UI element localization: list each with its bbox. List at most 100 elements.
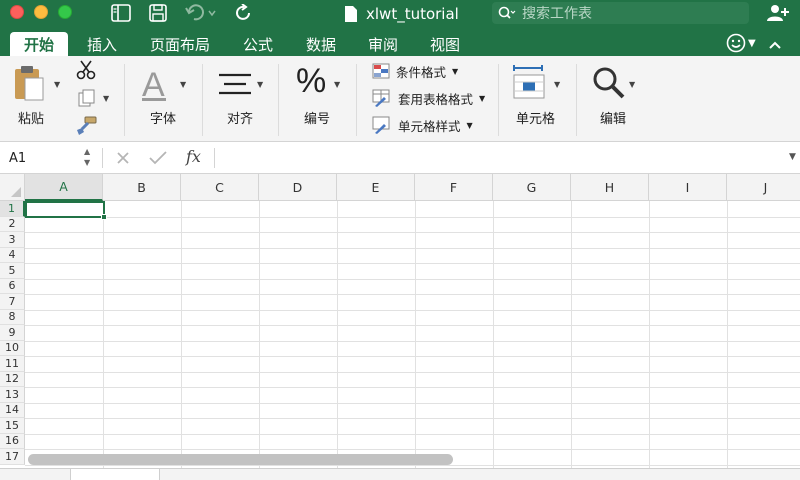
search-sheet-box[interactable]: 搜索工作表 — [492, 2, 749, 24]
tab-data[interactable]: 数据 — [296, 32, 346, 56]
row-header-12[interactable]: 12 — [0, 371, 25, 387]
row-header-14[interactable]: 14 — [0, 402, 25, 418]
cell-style-label: 单元格样式 — [398, 118, 461, 134]
column-header-f[interactable]: F — [415, 174, 493, 201]
select-all-button[interactable] — [0, 174, 25, 201]
row-gridline — [25, 278, 800, 280]
tab-home[interactable]: 开始 — [10, 32, 68, 56]
sheet-nav-arrows[interactable] — [20, 469, 60, 480]
column-header-h[interactable]: H — [571, 174, 649, 201]
percent-icon[interactable]: % — [296, 62, 326, 101]
insert-function-button[interactable]: fx — [186, 147, 201, 166]
add-sheet-button[interactable] — [255, 469, 275, 480]
row-gridline — [25, 263, 800, 264]
feedback-smiley-icon[interactable]: ▼ — [726, 33, 756, 53]
row-header-11[interactable]: 11 — [0, 356, 25, 372]
column-header-i[interactable]: I — [649, 174, 727, 201]
table-format-button[interactable]: 套用表格格式 ▼ — [372, 88, 485, 108]
cancel-edit-icon[interactable] — [116, 148, 130, 168]
row-header-5[interactable]: 5 — [0, 263, 25, 279]
row-gridline — [25, 216, 800, 218]
title-bar: xlwt_tutorial 搜索工作表 — [0, 0, 800, 28]
column-header-g[interactable]: G — [493, 174, 571, 201]
tab-formulas[interactable]: 公式 — [232, 32, 284, 56]
format-painter-icon[interactable] — [76, 116, 98, 140]
close-window-button[interactable] — [10, 5, 24, 19]
row-gridline — [25, 418, 800, 419]
column-header-a[interactable]: A — [25, 174, 103, 201]
document-icon — [345, 6, 357, 22]
edit-label: 编辑 — [600, 112, 627, 127]
row-header-3[interactable]: 3 — [0, 232, 25, 248]
expand-formula-bar-icon[interactable]: ▼ — [789, 152, 796, 162]
tab-review[interactable]: 审阅 — [358, 32, 408, 56]
paste-label: 粘贴 — [18, 112, 45, 127]
cell-style-button[interactable]: 单元格样式 ▼ — [372, 115, 473, 135]
row-gridline — [25, 325, 800, 326]
sheet-tab[interactable] — [172, 469, 242, 480]
table-format-label: 套用表格格式 — [398, 91, 474, 107]
sidebar-toggle-icon[interactable] — [110, 3, 132, 23]
row-header-2[interactable]: 2 — [0, 216, 25, 232]
confirm-edit-icon[interactable] — [149, 148, 167, 168]
paste-icon[interactable] — [12, 64, 46, 106]
active-cell-a1[interactable] — [25, 201, 105, 218]
fill-handle[interactable] — [101, 214, 107, 220]
search-icon — [498, 6, 516, 19]
align-icon[interactable] — [218, 72, 252, 100]
sheet-tab-active[interactable] — [70, 469, 160, 480]
row-gridline — [25, 387, 800, 388]
cut-icon[interactable] — [76, 60, 96, 84]
column-header-d[interactable]: D — [259, 174, 337, 201]
worksheet-grid[interactable]: A B C D E F G H I J 1 2 3 4 5 6 7 8 9 10 11 12 13 14 15 16 17 — [0, 174, 800, 468]
tab-insert[interactable]: 插入 — [78, 32, 126, 56]
row-gridline — [25, 356, 800, 357]
zoom-window-button[interactable] — [58, 5, 72, 19]
column-header-e[interactable]: E — [337, 174, 415, 201]
column-header-b[interactable]: B — [103, 174, 181, 201]
row-header-10[interactable]: 10 — [0, 340, 25, 356]
column-gridline — [649, 201, 650, 468]
conditional-format-button[interactable]: 条件格式 ▼ — [372, 61, 458, 81]
save-icon[interactable] — [147, 3, 169, 23]
row-header-1[interactable]: 1 — [0, 201, 25, 217]
row-header-7[interactable]: 7 — [0, 294, 25, 310]
ribbon-tabs: 开始 插入 页面布局 公式 数据 审阅 视图 ▼ — [0, 28, 800, 56]
cells-label: 单元格 — [516, 112, 556, 127]
collapse-ribbon-icon[interactable] — [768, 35, 782, 54]
column-gridline — [415, 201, 416, 468]
column-gridline — [493, 201, 494, 468]
column-header-j[interactable]: J — [727, 174, 800, 201]
minimize-window-button[interactable] — [34, 5, 48, 19]
undo-icon[interactable] — [184, 3, 218, 23]
add-user-icon[interactable] — [766, 3, 790, 27]
document-title-text: xlwt_tutorial — [366, 5, 459, 23]
tab-view[interactable]: 视图 — [420, 32, 470, 56]
copy-icon[interactable] — [77, 88, 97, 112]
row-header-6[interactable]: 6 — [0, 278, 25, 294]
tab-page-layout[interactable]: 页面布局 — [140, 32, 220, 56]
cells-icon[interactable] — [512, 64, 548, 104]
row-header-4[interactable]: 4 — [0, 247, 25, 263]
row-header-8[interactable]: 8 — [0, 309, 25, 325]
align-label: 对齐 — [227, 112, 254, 127]
conditional-format-label: 条件格式 — [396, 64, 447, 80]
column-header-c[interactable]: C — [181, 174, 259, 201]
horizontal-scrollbar[interactable] — [28, 454, 453, 465]
row-header-9[interactable]: 9 — [0, 325, 25, 341]
name-box-stepper[interactable]: ▲ ▼ — [84, 146, 90, 168]
svg-text:A: A — [142, 68, 165, 102]
row-gridline — [25, 449, 800, 450]
row-header-13[interactable]: 13 — [0, 387, 25, 403]
row-header-16[interactable]: 16 — [0, 433, 25, 449]
row-gridline — [25, 402, 800, 404]
search-placeholder: 搜索工作表 — [522, 6, 592, 22]
row-header-17[interactable]: 17 — [0, 449, 25, 465]
cell-style-icon — [372, 116, 390, 134]
column-gridline — [337, 201, 338, 468]
row-header-15[interactable]: 15 — [0, 418, 25, 434]
row-gridline — [25, 340, 800, 342]
font-icon[interactable]: A — [140, 66, 180, 106]
redo-icon[interactable] — [233, 3, 255, 23]
edit-magnifier-icon[interactable] — [592, 66, 626, 104]
